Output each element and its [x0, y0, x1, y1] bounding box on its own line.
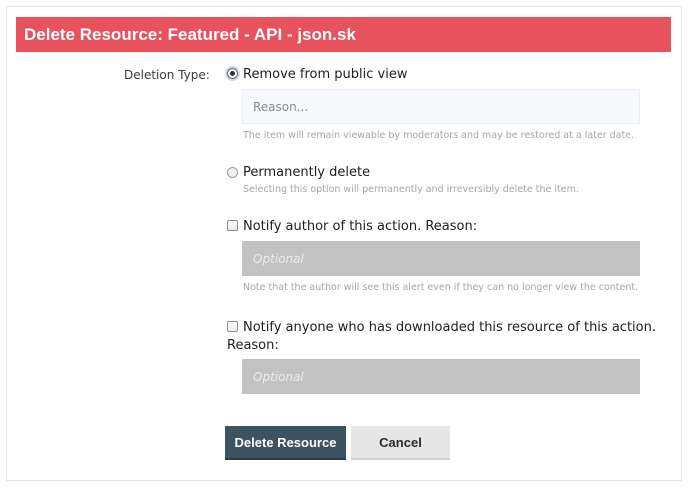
permanently-delete-label[interactable]: Permanently delete: [243, 165, 370, 180]
cancel-button[interactable]: Cancel: [351, 426, 450, 460]
notify-downloaders-reason-input[interactable]: [242, 359, 640, 394]
modal-overlay: Delete Resource: Featured - API - json.s…: [0, 0, 689, 487]
notify-downloaders-checkbox[interactable]: [227, 321, 238, 332]
radio-selected-dot: [230, 71, 235, 76]
notify-author-reason-input[interactable]: [242, 241, 640, 276]
remove-from-public-view-radio[interactable]: [227, 68, 238, 79]
notify-author-hint: Note that the author will see this alert…: [243, 282, 639, 293]
notify-author-checkbox[interactable]: [227, 220, 238, 231]
notify-author-label[interactable]: Notify author of this action. Reason:: [243, 219, 477, 234]
notify-downloaders-label[interactable]: Notify anyone who has downloaded this re…: [243, 320, 656, 335]
notify-downloaders-reason-label: Reason:: [227, 338, 279, 353]
deletion-type-label: Deletion Type:: [124, 68, 210, 82]
permanently-delete-radio[interactable]: [227, 167, 238, 178]
hard-delete-hint: Selecting this option will permanently a…: [243, 184, 579, 195]
dialog-title: Delete Resource: Featured - API - json.s…: [16, 17, 671, 52]
delete-resource-button[interactable]: Delete Resource: [225, 426, 346, 460]
soft-delete-reason-input[interactable]: [242, 89, 640, 124]
soft-delete-hint: The item will remain viewable by moderat…: [243, 130, 635, 141]
remove-from-public-view-label[interactable]: Remove from public view: [243, 67, 407, 82]
